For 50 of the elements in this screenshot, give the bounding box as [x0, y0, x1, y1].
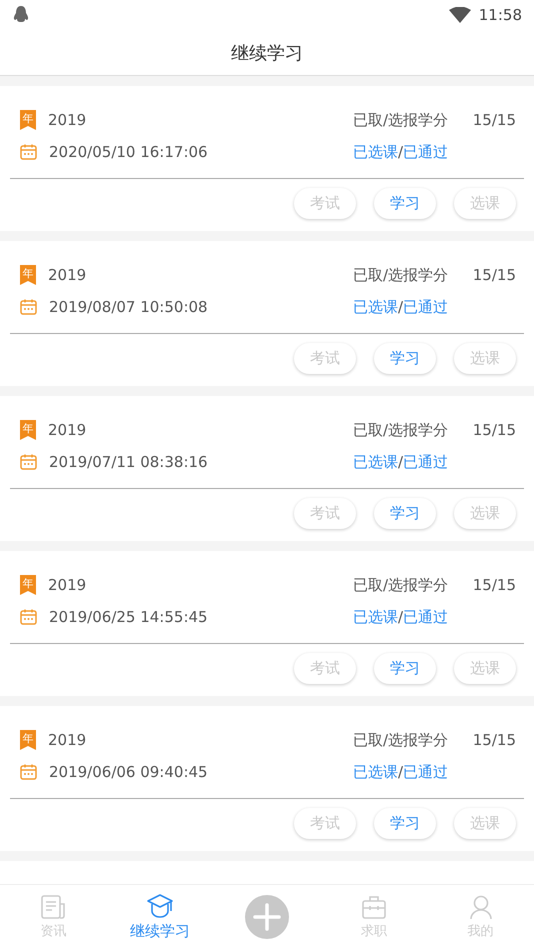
- date-time: 2019/06/06 09:40:45: [49, 763, 208, 781]
- date-time: 2020/05/10 16:17:06: [49, 143, 208, 161]
- year-text: 2019: [48, 576, 86, 594]
- credit-value: 15/15: [472, 266, 516, 284]
- year-badge-icon: 年: [20, 730, 36, 750]
- nav-tab[interactable]: 继续学习: [106, 894, 214, 940]
- year-text: 2019: [48, 421, 86, 439]
- date-time: 2019/06/25 14:55:45: [49, 608, 208, 626]
- date-time: 2019/07/11 08:38:16: [49, 453, 208, 471]
- calendar-icon: [20, 764, 37, 780]
- credit-label: 已取/选报学分: [352, 266, 448, 284]
- year-badge-icon: 年: [20, 110, 36, 130]
- credit-label: 已取/选报学分: [352, 110, 448, 130]
- year-text: 2019: [48, 731, 86, 749]
- year-badge-icon: 年: [20, 420, 36, 440]
- penguin-icon: [12, 5, 30, 25]
- credit-value: 15/15: [472, 576, 516, 594]
- calendar-icon: [20, 299, 37, 315]
- action-button[interactable]: 学习: [374, 498, 436, 529]
- year-badge-icon: 年: [20, 575, 36, 595]
- add-button[interactable]: [244, 895, 289, 939]
- action-button[interactable]: 学习: [374, 343, 436, 374]
- credit-value: 15/15: [472, 421, 516, 439]
- status-text: 已选课/已通过: [352, 142, 448, 162]
- credit-value: 15/15: [472, 731, 516, 749]
- calendar-icon: [20, 454, 37, 470]
- status-text: 已选课/已通过: [352, 762, 448, 782]
- date-time: 2019/08/07 10:50:08: [49, 298, 208, 316]
- year-text: 2019: [48, 266, 86, 284]
- page-title: 继续学习: [231, 42, 303, 64]
- credit-label: 已取/选报学分: [352, 420, 448, 440]
- wifi-icon: [448, 7, 471, 23]
- status-text: 已选课/已通过: [352, 298, 448, 316]
- credit-label: 已取/选报学分: [352, 576, 448, 594]
- clock-time: 11:58: [478, 6, 522, 24]
- action-button[interactable]: 学习: [374, 808, 436, 839]
- person-icon: [468, 894, 494, 920]
- action-button[interactable]: 学习: [374, 188, 436, 219]
- calendar-icon: [20, 609, 37, 625]
- document-icon: [40, 894, 66, 920]
- graduation-cap-icon: [146, 894, 174, 920]
- year-text: 2019: [48, 111, 86, 129]
- credit-label: 已取/选报学分: [352, 730, 448, 750]
- action-button[interactable]: 学习: [374, 653, 436, 684]
- year-badge-icon: 年: [20, 265, 36, 285]
- credit-value: 15/15: [472, 111, 516, 129]
- briefcase-icon: [360, 894, 387, 920]
- calendar-icon: [20, 144, 37, 160]
- status-text: 已选课/已通过: [352, 452, 448, 472]
- status-text: 已选课/已通过: [352, 608, 448, 626]
